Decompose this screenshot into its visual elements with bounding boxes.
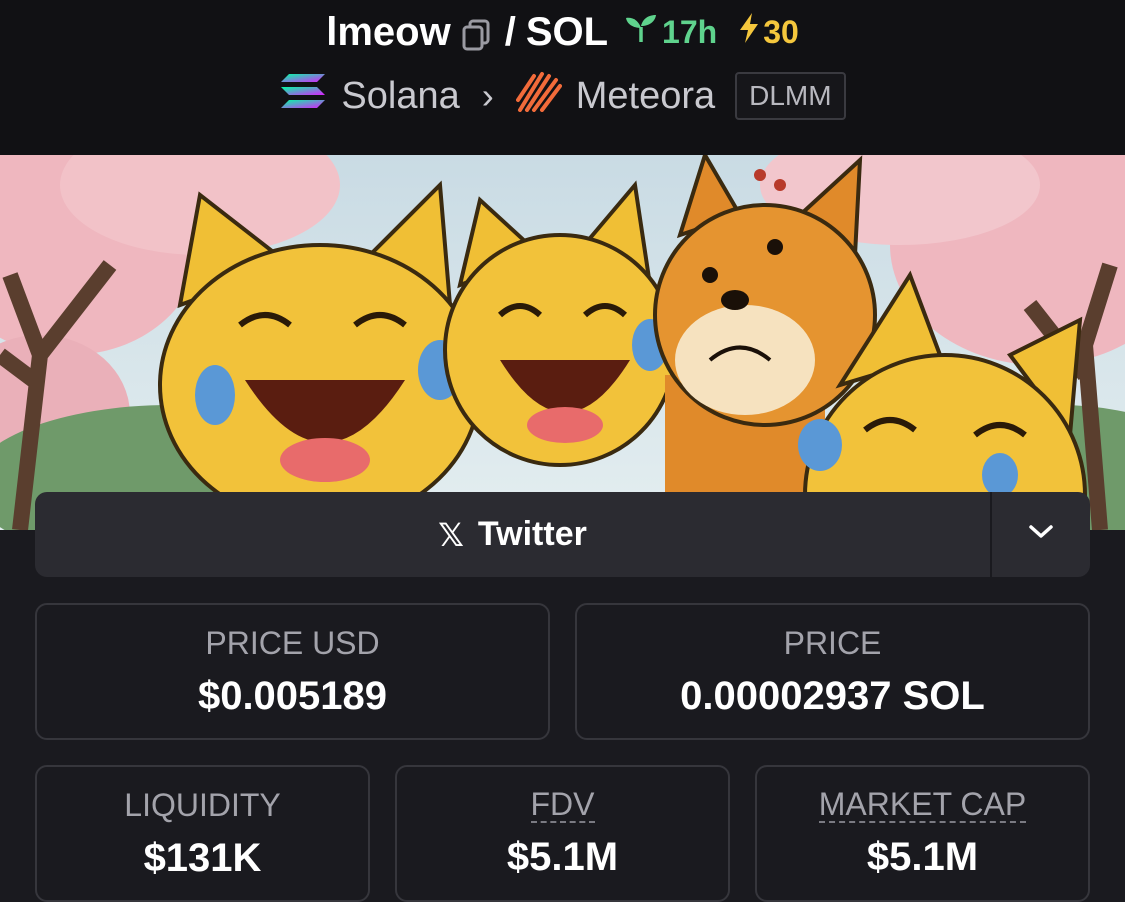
fdv-card: FDV $5.1M — [395, 765, 730, 902]
liquidity-value: $131K — [143, 836, 262, 880]
chevron-down-icon — [1028, 524, 1054, 545]
copy-icon[interactable] — [461, 16, 491, 51]
twitter-button[interactable]: 𝕏 Twitter — [35, 492, 990, 577]
token-symbol: lmeow — [326, 9, 451, 54]
market-cap-value: $5.1M — [866, 835, 979, 879]
price-usd-value: $0.005189 — [197, 674, 388, 718]
seedling-icon — [624, 13, 658, 51]
price-native-card: PRICE 0.00002937 SOL — [575, 603, 1090, 740]
dex-name[interactable]: Meteora — [576, 75, 715, 118]
pair-header: lmeow / SOL 17h 30 Solana › Meteora DLMM — [0, 0, 1125, 155]
price-usd-label: PRICE USD — [205, 625, 380, 661]
solana-logo — [279, 72, 327, 120]
boost-badge[interactable]: 30 — [737, 12, 799, 52]
chevron-right-icon: › — [481, 75, 494, 116]
quote-symbol: SOL — [525, 9, 609, 54]
liquidity-label: LIQUIDITY — [124, 787, 281, 823]
breadcrumb: Solana › Meteora DLMM — [0, 68, 1125, 124]
pair-title-row: lmeow / SOL 17h 30 — [0, 8, 1125, 56]
market-cap-label[interactable]: MARKET CAP — [818, 787, 1027, 823]
pool-type-badge: DLMM — [735, 72, 846, 120]
twitter-label: Twitter — [477, 515, 587, 553]
fdv-label[interactable]: FDV — [530, 787, 595, 823]
banner-image — [0, 155, 1125, 530]
price-native-value: 0.00002937 SOL — [680, 674, 985, 718]
price-usd-card: PRICE USD $0.005189 — [35, 603, 550, 740]
pair-age: 17h — [662, 13, 718, 50]
more-links-dropdown-button[interactable] — [990, 492, 1090, 577]
lightning-icon — [737, 12, 761, 52]
pair-separator: / — [504, 9, 516, 54]
price-native-label: PRICE — [783, 625, 882, 661]
social-links-bar: 𝕏 Twitter — [35, 492, 1090, 577]
pair-age-badge: 17h — [624, 13, 717, 51]
meteora-logo — [515, 70, 562, 122]
market-cap-card: MARKET CAP $5.1M — [755, 765, 1090, 902]
boost-count: 30 — [763, 13, 799, 50]
token-banner — [0, 155, 1125, 530]
fdv-value: $5.1M — [506, 835, 619, 879]
liquidity-card: LIQUIDITY $131K — [35, 765, 370, 902]
chain-name[interactable]: Solana — [341, 75, 459, 118]
x-logo-icon: 𝕏 — [438, 516, 464, 553]
